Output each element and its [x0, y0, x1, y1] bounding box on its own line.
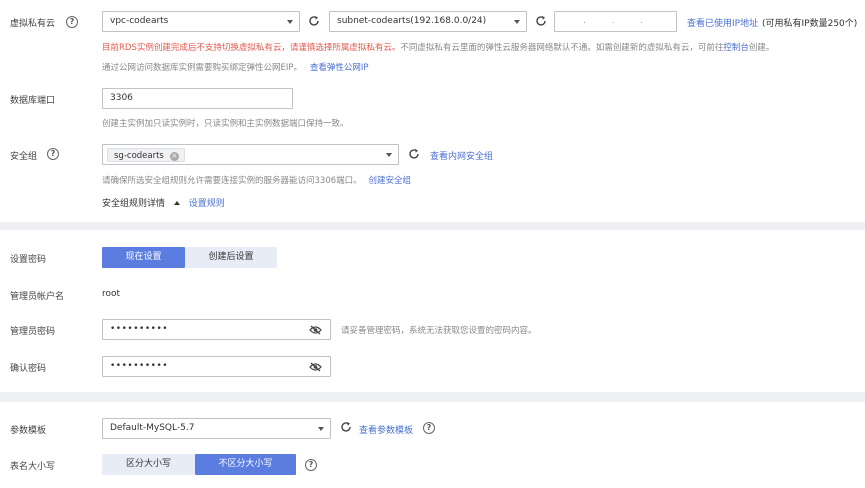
refresh-icon[interactable] — [408, 148, 420, 160]
view-security-group-link[interactable]: 查看内网安全组 — [430, 149, 493, 162]
case-sensitive-button[interactable]: 区分大小写 — [102, 454, 195, 475]
vpc-warning-line: 目前RDS实例创建完成后不支持切换虚拟私有云，请谨慎选择所属虚拟私有云。不同虚拟… — [102, 41, 774, 53]
help-icon[interactable]: ? — [66, 16, 78, 28]
help-icon[interactable]: ? — [423, 422, 435, 434]
parameter-template-label: 参数模板 — [10, 426, 47, 436]
admin-password-label: 管理员密码 — [10, 327, 56, 337]
parameter-template-value: Default-MySQL-5.7 — [110, 423, 195, 433]
chevron-down-icon — [318, 427, 324, 431]
subnet-select-value: subnet-codearts(192.168.0.0/24) — [337, 16, 487, 26]
eye-off-icon[interactable] — [309, 362, 322, 372]
admin-password-input[interactable]: •••••••••• — [102, 319, 331, 340]
confirm-password-value: •••••••••• — [110, 361, 169, 371]
password-panel: 设置密码 现在设置 创建后设置 管理员帐户名 root 管理员密码 ••••••… — [0, 230, 865, 392]
console-link[interactable]: 控制台 — [723, 43, 749, 53]
refresh-icon[interactable] — [308, 15, 320, 27]
security-group-tag-label: sg-codearts — [114, 151, 164, 161]
ip-address-input[interactable]: . . . — [554, 11, 677, 32]
security-group-label: 安全组 — [10, 152, 38, 162]
admin-account-value: root — [102, 289, 121, 299]
vpc-info-text: 不同虚拟私有云里面的弹性云服务器网络默认不通。如需创建新的虚拟私有云，可前往 — [400, 43, 724, 53]
help-icon[interactable]: ? — [305, 459, 317, 471]
confirm-password-input[interactable]: •••••••••• — [102, 356, 331, 377]
security-group-tag: sg-codearts × — [107, 148, 185, 162]
port-value: 3306 — [110, 93, 133, 103]
close-icon[interactable]: × — [169, 151, 179, 161]
security-group-select[interactable]: sg-codearts × — [102, 144, 399, 165]
chevron-down-icon — [514, 20, 520, 24]
security-group-rules-line: 安全组规则详情 设置规则 — [102, 196, 225, 209]
refresh-icon[interactable] — [535, 15, 547, 27]
view-used-ip-link[interactable]: 查看已使用IP地址 — [687, 16, 758, 29]
help-icon[interactable]: ? — [47, 148, 59, 160]
admin-account-label: 管理员帐户名 — [10, 292, 65, 302]
set-rules-link[interactable]: 设置规则 — [189, 199, 225, 209]
ip-count-text: (可用私有IP数量250个) — [762, 19, 858, 29]
case-insensitive-button[interactable]: 不区分大小写 — [195, 454, 296, 475]
chevron-up-icon[interactable] — [173, 201, 180, 205]
admin-password-hint: 请妥善管理密码，系统无法获取您设置的密码内容。 — [341, 326, 537, 336]
table-case-label: 表名大小写 — [10, 462, 56, 472]
subnet-select[interactable]: subnet-codearts(192.168.0.0/24) — [329, 11, 527, 32]
eip-hint-text: 通过公网访问数据库实例需要购买绑定弹性公网EIP。 — [102, 63, 303, 73]
vpc-select-value: vpc-codearts — [110, 16, 169, 26]
security-group-hint: 请确保所选安全组规则允许需要连接实例的服务器能访问3306端口。 — [102, 176, 362, 186]
port-input[interactable]: 3306 — [102, 88, 293, 109]
security-group-hint-line: 请确保所选安全组规则允许需要连接实例的服务器能访问3306端口。 创建安全组 — [102, 174, 411, 186]
set-later-button[interactable]: 创建后设置 — [185, 247, 277, 268]
eye-off-icon[interactable] — [309, 325, 322, 335]
chevron-down-icon — [287, 20, 293, 24]
port-label: 数据库端口 — [10, 96, 56, 106]
view-parameter-template-link[interactable]: 查看参数模板 — [359, 423, 413, 436]
parameter-template-select[interactable]: Default-MySQL-5.7 — [102, 418, 331, 439]
create-security-group-link[interactable]: 创建安全组 — [369, 176, 412, 186]
vpc-label: 虚拟私有云 — [10, 19, 56, 29]
vpc-warning-text: 目前RDS实例创建完成后不支持切换虚拟私有云，请谨慎选择所属虚拟私有云。 — [102, 43, 401, 53]
ip-address-placeholder: . . . — [583, 16, 644, 26]
confirm-password-label: 确认密码 — [10, 364, 47, 374]
eip-hint-line: 通过公网访问数据库实例需要购买绑定弹性公网EIP。 查看弹性公网IP — [102, 61, 369, 73]
refresh-icon[interactable] — [340, 421, 352, 433]
set-now-button[interactable]: 现在设置 — [102, 247, 185, 268]
parameter-panel: 参数模板 Default-MySQL-5.7 查看参数模板 ? 表名大小写 区分… — [0, 402, 865, 488]
set-password-label: 设置密码 — [10, 255, 47, 265]
vpc-info-end: 创建。 — [748, 43, 775, 53]
port-hint: 创建主实例加只读实例时，只读实例和主实例数据端口保持一致。 — [102, 119, 349, 129]
view-eip-link[interactable]: 查看弹性公网IP — [310, 63, 369, 73]
rules-detail-label[interactable]: 安全组规则详情 — [102, 199, 165, 209]
vpc-select[interactable]: vpc-codearts — [102, 11, 300, 32]
admin-password-value: •••••••••• — [110, 324, 169, 334]
chevron-down-icon — [386, 153, 392, 157]
network-panel: 虚拟私有云 ? vpc-codearts subnet-codearts(192… — [0, 0, 865, 222]
